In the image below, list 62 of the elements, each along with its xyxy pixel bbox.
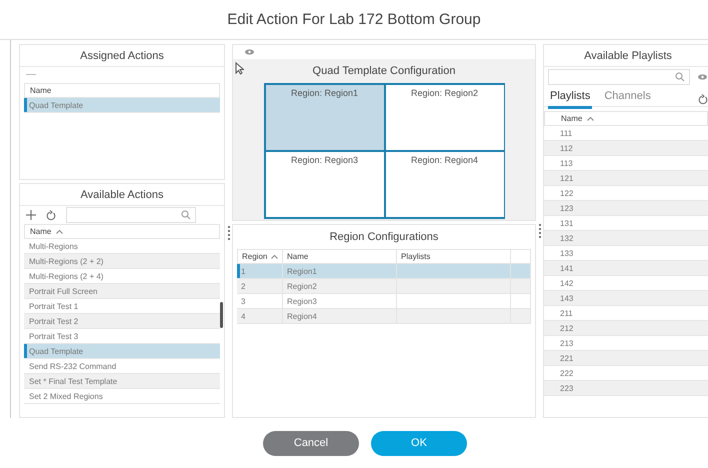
panel-title: Assigned Actions <box>80 50 164 62</box>
playlist-row[interactable]: 141 <box>544 261 708 276</box>
sort-caret-icon <box>56 230 64 234</box>
playlist-row[interactable]: 143 <box>544 291 708 306</box>
tab[interactable]: Playlists <box>548 90 592 109</box>
search-icon <box>675 72 685 82</box>
panel-title: Region Configurations <box>330 231 438 243</box>
action-row[interactable]: Multi-Regions (2 + 2) <box>24 254 220 269</box>
table-cell: Region4 <box>283 309 397 324</box>
refresh-icon[interactable] <box>698 94 708 105</box>
window-title: Edit Action For Lab 172 Bottom Group <box>227 11 481 28</box>
table-cell: Region2 <box>283 279 397 294</box>
playlist-row[interactable]: 121 <box>544 171 708 186</box>
action-row[interactable]: Set * Final Test Template <box>24 374 220 389</box>
search-field[interactable] <box>548 69 690 85</box>
search-icon <box>181 210 191 220</box>
column-header: Name <box>30 86 52 95</box>
table-cell <box>511 309 531 324</box>
table-cell: Region3 <box>283 294 397 309</box>
playlist-row[interactable]: 123 <box>544 201 708 216</box>
cancel-button[interactable]: Cancel <box>263 430 359 456</box>
table-cell: 1 <box>237 264 283 279</box>
table-cell: 3 <box>237 294 283 309</box>
table-cell <box>511 279 531 294</box>
panel-title: Quad Template Configuration <box>312 65 456 77</box>
playlist-row[interactable]: 212 <box>544 321 708 336</box>
action-row[interactable]: Quad Template <box>24 98 220 113</box>
column-header: Playlists <box>401 252 430 261</box>
eye-icon <box>245 49 254 55</box>
playlist-row[interactable]: 223 <box>544 381 708 396</box>
drag-handle-icon[interactable] <box>228 226 230 240</box>
scrollbar-thumb[interactable] <box>220 302 223 328</box>
table-cell: 4 <box>237 309 283 324</box>
sort-caret-icon <box>271 254 278 258</box>
column-header: Name <box>561 114 582 123</box>
column-header: Name <box>287 252 308 261</box>
column-header: Name <box>30 227 52 236</box>
pointer-icon <box>235 62 244 75</box>
region-cell[interactable]: Region: Region2 <box>384 84 504 151</box>
action-row[interactable]: Portrait Full Screen <box>24 284 220 299</box>
table-cell: 2 <box>237 279 283 294</box>
tab[interactable]: Channels <box>602 90 653 109</box>
playlist-row[interactable]: 112 <box>544 141 708 156</box>
column-header: Region <box>242 252 268 261</box>
refresh-icon[interactable] <box>46 210 56 220</box>
region-cell[interactable]: Region: Region3 <box>264 151 384 218</box>
region-cell[interactable]: Region: Region1 <box>264 84 384 151</box>
ok-button[interactable]: OK <box>371 430 467 456</box>
table-cell <box>511 294 531 309</box>
drag-handle-icon[interactable] <box>539 224 541 238</box>
plus-icon[interactable] <box>26 210 36 220</box>
sort-caret-icon <box>587 116 594 120</box>
table-cell: Region1 <box>283 264 397 279</box>
region-cell[interactable]: Region: Region4 <box>384 151 504 218</box>
action-row[interactable]: Portrait Test 2 <box>24 314 220 329</box>
playlist-row[interactable]: 132 <box>544 231 708 246</box>
search-field[interactable] <box>66 207 196 223</box>
panel-title: Available Playlists <box>584 50 672 62</box>
action-row[interactable]: Quad Template <box>24 344 220 359</box>
table-cell <box>511 264 531 279</box>
playlist-row[interactable]: 221 <box>544 351 708 366</box>
panel-title: Available Actions <box>80 188 164 200</box>
